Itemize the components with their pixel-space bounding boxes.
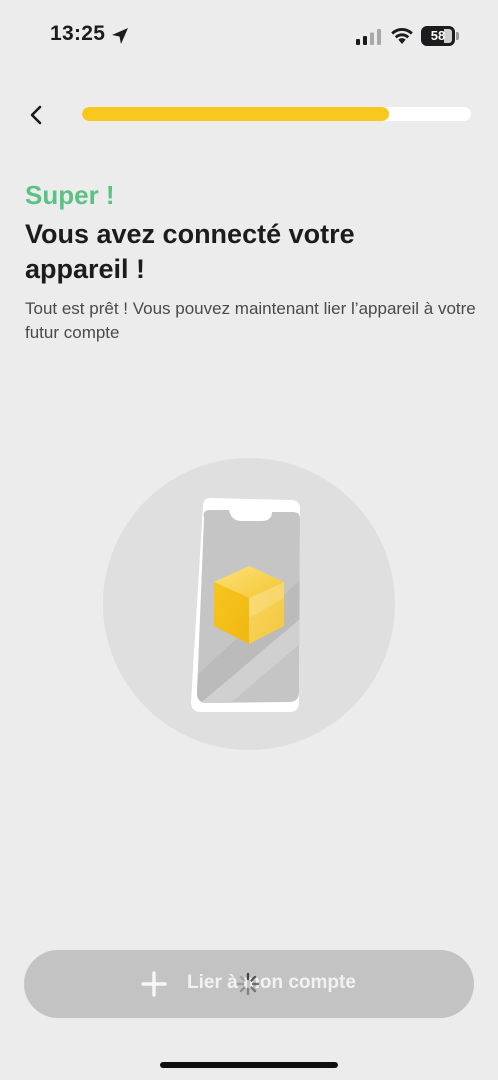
- status-bar: 13:25 58: [0, 0, 498, 74]
- onboarding-progress-bar: [82, 107, 471, 121]
- page-title: Vous avez connecté votre appareil !: [25, 219, 355, 284]
- link-account-button[interactable]: Lier à mon compte: [24, 950, 474, 1018]
- battery-icon: 58: [421, 26, 455, 46]
- home-indicator: [160, 1062, 338, 1068]
- location-arrow-icon: [112, 28, 128, 44]
- phone-with-cube-icon: [103, 458, 395, 750]
- device-connected-screen: 13:25 58 Super ! Vous avez connecté votr…: [0, 0, 498, 1080]
- page-subtitle: Tout est prêt ! Vous pouvez maintenant l…: [25, 299, 476, 342]
- spinner-icon: [236, 972, 260, 996]
- cellular-signal-icon: [356, 29, 381, 45]
- battery-level: 58: [430, 28, 446, 43]
- progress-fill: [82, 107, 390, 121]
- status-time: 13:25: [50, 22, 106, 45]
- battery-empty-segment: [444, 29, 452, 43]
- wifi-icon: [391, 28, 413, 44]
- chevron-left-icon[interactable]: [22, 100, 52, 130]
- plus-icon: [141, 971, 167, 997]
- success-eyebrow: Super !: [25, 180, 115, 210]
- link-account-label: Lier à mon compte: [187, 972, 356, 993]
- battery-nub: [456, 32, 459, 40]
